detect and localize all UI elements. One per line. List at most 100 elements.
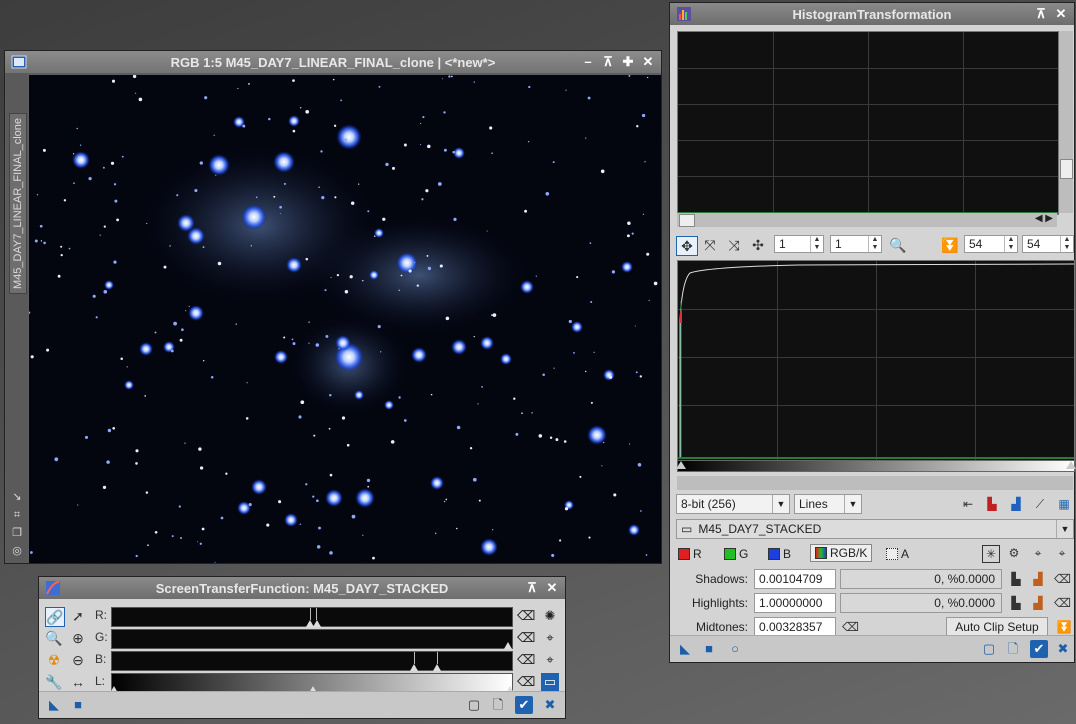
crosshair-icon[interactable]: ⌖ [1054,545,1070,561]
shadows-histo-icon[interactable]: ▙ [1008,571,1024,587]
highlights-input[interactable]: 1.00000000 [754,593,836,613]
grid-icon[interactable]: ▦ [1056,496,1072,512]
browse-doc-icon[interactable]: 🗋 [1004,640,1022,658]
edit-mode-icon[interactable]: ✥ [676,236,698,256]
reset-icon[interactable]: ✖ [1054,640,1072,658]
output-hscrollbar[interactable]: ◀ ▶ [677,213,1057,227]
real-time-preview-icon[interactable]: ○ [726,640,744,658]
magnify-icon[interactable]: 🔍 [888,236,908,254]
wrench-icon[interactable]: 🔧 [45,673,63,691]
auto-clip-setup-button[interactable]: Auto Clip Setup [946,617,1048,637]
collapse-icon[interactable]: ⏬ [940,236,960,254]
reset-channel-icon[interactable]: ⌫ [517,673,535,691]
shade-icon[interactable]: ⊼ [523,579,541,597]
zoom-plus-icon[interactable]: ⊕ [69,629,87,647]
apply-global-icon[interactable]: ■ [700,640,718,658]
channel-b-toggle[interactable]: B [768,547,791,561]
histogram-titlebar[interactable]: HistogramTransformation ⊼ ✕ [670,3,1074,25]
reset-highlights-icon[interactable]: ⌫ [1054,595,1071,611]
channel-a-toggle[interactable]: A [886,547,909,561]
star-reset-icon[interactable]: ✳ [982,545,1000,563]
shade-icon[interactable]: ⊼ [1032,5,1050,23]
stf-track-b[interactable] [111,651,513,671]
link-channels-icon[interactable]: 🔗 [45,607,65,627]
stf-window[interactable]: ScreenTransferFunction: M45_DAY7_STACKED… [38,576,566,719]
new-instance-icon[interactable]: ◣ [676,640,694,658]
crosshair-icon[interactable]: ⌖ [541,629,559,647]
shadows-input[interactable]: 0.00104709 [754,569,836,589]
reset-channel-icon[interactable]: ⌫ [517,651,535,669]
histogram-r-icon[interactable]: ▙ [984,496,1000,512]
horizontal-zoom-icon[interactable]: ↔ [69,673,87,691]
crop-icon[interactable]: ⌗ [11,509,23,521]
preview-icon[interactable]: ▢ [980,640,998,658]
stf-track-l[interactable] [110,673,514,693]
close-icon[interactable]: ✕ [1052,5,1070,23]
reset-shadows-icon[interactable]: ⌫ [1054,571,1071,587]
log-scale-icon[interactable]: ⇤ [960,496,976,512]
reset-channel-icon[interactable]: ⌫ [517,607,535,625]
image-canvas[interactable] [29,75,661,563]
monitor-icon[interactable]: ▭ [541,673,559,691]
minimize-icon[interactable]: – [579,53,597,71]
apply-check-icon[interactable]: ✔ [1030,640,1048,658]
zoom-fit-icon[interactable]: ⤧ [700,236,720,254]
scroll-arrows-icon[interactable]: ◀ ▶ [1035,213,1053,224]
auto-stretch-icon[interactable]: ✺ [541,607,559,625]
reset-icon[interactable]: ✖ [541,696,559,714]
pan-icon[interactable]: ✣ [748,236,768,254]
stf-track-r[interactable] [111,607,513,627]
image-side-tab[interactable]: M45_DAY7_LINEAR_FINAL_clone ↘ ⌗ ❐ ◎ [6,73,28,563]
radiation-icon[interactable]: ☢ [45,651,63,669]
crosshair-icon[interactable]: ⌖ [541,651,559,669]
arrow-icon[interactable]: ↘ [11,491,23,503]
channel-g-toggle[interactable]: G [724,547,748,561]
input-gradient-bar[interactable] [676,460,1076,472]
histogram-rgb-icon[interactable]: ▟ [1008,496,1024,512]
zoom-h-spin[interactable]: 1 ▲ ▼ [774,235,824,253]
browse-doc-icon[interactable]: 🗋 [489,696,507,714]
input-histogram-plot[interactable] [677,260,1075,462]
zoom-minus-icon[interactable]: ⊖ [69,651,87,669]
output-vscrollbar[interactable] [1059,31,1073,213]
curve-icon[interactable]: ⟋ [1032,496,1048,512]
reset-midtones-icon[interactable]: ⌫ [842,619,859,635]
gear-icon[interactable]: ⚙ [1006,545,1022,561]
channel-r-toggle[interactable]: R [678,547,702,561]
input-hscrollbar[interactable] [677,476,1073,490]
maximize-icon[interactable]: ✚ [619,53,637,71]
clone-icon[interactable]: ❐ [11,527,23,539]
zoom-in-icon[interactable]: 🔍 [45,629,63,647]
stf-track-g[interactable] [111,629,513,649]
crosshair-icon[interactable]: ⌖ [1030,545,1046,561]
highlights-clip-icon[interactable]: ▟ [1030,595,1046,611]
pointer-icon[interactable]: ➚ [69,607,87,625]
reset-channel-icon[interactable]: ⌫ [517,629,535,647]
highlights-histo-icon[interactable]: ▙ [1008,595,1024,611]
bit-depth-select[interactable]: 8-bit (256) ▼ [676,494,790,514]
expand-icon[interactable]: ⏬ [1056,619,1072,635]
preview-icon[interactable]: ▢ [465,696,483,714]
target-view-select[interactable]: ▭ M45_DAY7_STACKED ▼ [676,519,1074,539]
zoom-v-spin[interactable]: 1 ▲ ▼ [830,235,882,253]
midtones-input[interactable]: 0.00328357 [754,617,836,637]
shade-icon[interactable]: ⊼ [599,53,617,71]
new-instance-icon[interactable]: ◣ [45,696,63,714]
stf-titlebar[interactable]: ScreenTransferFunction: M45_DAY7_STACKED… [39,577,565,599]
histogram-window[interactable]: HistogramTransformation ⊼ ✕ ◀ ▶ ✥ ⤧ ⤨ ✣ … [669,2,1076,663]
apply-global-icon[interactable]: ■ [69,696,87,714]
plot-mode-select[interactable]: Lines ▼ [794,494,862,514]
image-window-titlebar[interactable]: RGB 1:5 M45_DAY7_LINEAR_FINAL_clone | <*… [5,51,661,73]
faint-star [84,435,89,439]
res-a-spin[interactable]: 54 ▲ ▼ [964,235,1018,253]
res-b-spin[interactable]: 54 ▲ ▼ [1022,235,1074,253]
close-icon[interactable]: ✕ [639,53,657,71]
zoom-out-icon[interactable]: ⤨ [724,236,744,254]
image-window[interactable]: RGB 1:5 M45_DAY7_LINEAR_FINAL_clone | <*… [4,50,662,564]
shadows-clip-icon[interactable]: ▟ [1030,571,1046,587]
apply-check-icon[interactable]: ✔ [515,696,533,714]
target-icon[interactable]: ◎ [11,545,23,557]
output-histogram-plot[interactable] [677,31,1059,215]
close-icon[interactable]: ✕ [543,579,561,597]
channel-rgbk-toggle[interactable]: RGB/K [810,544,873,562]
